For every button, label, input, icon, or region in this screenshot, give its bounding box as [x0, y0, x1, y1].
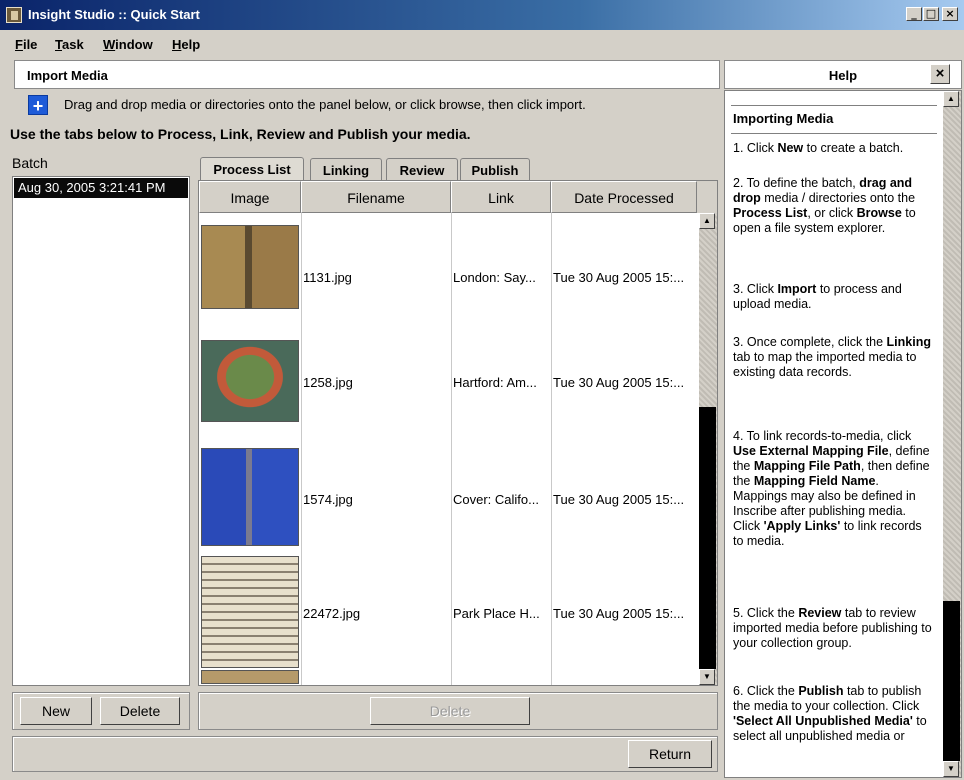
table-scrollbar[interactable]: ▲ ▼	[699, 213, 717, 685]
row-link: Park Place H...	[453, 606, 540, 621]
row-filename: 1258.jpg	[303, 375, 353, 390]
menu-file[interactable]: File	[15, 37, 37, 52]
row-date: Tue 30 Aug 2005 15:...	[553, 606, 685, 621]
table-row[interactable]: 1131.jpg London: Say... Tue 30 Aug 2005 …	[199, 221, 697, 321]
help-scrollbar[interactable]: ▲ ▼	[943, 91, 961, 777]
row-date: Tue 30 Aug 2005 15:...	[553, 375, 685, 390]
help-divider	[731, 105, 937, 106]
menu-bar: File Task Window Help	[0, 31, 964, 57]
row-filename: 22472.jpg	[303, 606, 361, 621]
tab-process-list[interactable]: Process List	[200, 157, 304, 181]
column-header-link[interactable]: Link	[451, 181, 551, 213]
row-link: Hartford: Am...	[453, 375, 537, 390]
help-scroll-thumb[interactable]	[943, 601, 960, 761]
thumbnail-1131	[201, 225, 299, 309]
help-step: 3. Once complete, click the Linking tab …	[733, 335, 931, 379]
tab-review[interactable]: Review	[386, 158, 458, 182]
scroll-up-arrow-icon[interactable]: ▲	[699, 213, 715, 229]
new-batch-button[interactable]: New	[20, 697, 92, 725]
help-step: 5. Click the Review tab to review import…	[733, 606, 932, 650]
minimize-button[interactable]: _	[906, 7, 922, 21]
menu-help[interactable]: Help	[172, 37, 200, 52]
process-list-table[interactable]: Image Filename Link Date Processed 1131.…	[198, 180, 718, 686]
help-step: 1. Click New to create a batch.	[733, 141, 904, 155]
batch-label: Batch	[12, 155, 48, 171]
help-step: 3. Click Import to process and upload me…	[733, 282, 902, 311]
return-button[interactable]: Return	[628, 740, 712, 768]
column-header-date[interactable]: Date Processed	[551, 181, 697, 213]
delete-media-button[interactable]: Delete	[370, 697, 530, 725]
column-header-image[interactable]: Image	[199, 181, 301, 213]
thumbnail-1258	[201, 340, 299, 422]
table-row[interactable]: 22472.jpg Park Place H... Tue 30 Aug 200…	[199, 556, 697, 686]
help-step: 2. To define the batch, drag and drop me…	[733, 176, 916, 235]
maximize-button[interactable]: □	[923, 7, 939, 21]
menu-window[interactable]: Window	[103, 37, 153, 52]
thumbnail-partial	[201, 670, 299, 684]
batch-list[interactable]: Aug 30, 2005 3:21:41 PM	[12, 176, 190, 686]
thumbnail-22472	[201, 556, 299, 668]
table-header: Image Filename Link Date Processed	[199, 181, 717, 213]
thumbnail-1574	[201, 448, 299, 546]
import-media-title: Import Media	[14, 60, 720, 89]
help-heading: Importing Media	[733, 111, 834, 126]
window-title: Insight Studio :: Quick Start	[28, 7, 200, 22]
help-panel: Importing Media 1. Click New to create a…	[724, 90, 962, 778]
close-help-icon[interactable]: ×	[930, 64, 950, 84]
help-step: 4. To link records-to-media, click Use E…	[733, 429, 930, 548]
title-bar: Insight Studio :: Quick Start _ □ ×	[0, 0, 964, 30]
insight-studio-app-icon	[6, 7, 22, 23]
return-bar	[12, 736, 718, 772]
close-window-button[interactable]: ×	[942, 7, 958, 21]
plus-icon[interactable]: +	[28, 95, 48, 116]
scroll-up-arrow-icon[interactable]: ▲	[943, 91, 959, 107]
batch-list-item[interactable]: Aug 30, 2005 3:21:41 PM	[14, 178, 188, 198]
row-filename: 1131.jpg	[303, 270, 352, 285]
table-row[interactable]: 1258.jpg Hartford: Am... Tue 30 Aug 2005…	[199, 336, 697, 436]
row-date: Tue 30 Aug 2005 15:...	[553, 492, 685, 507]
scroll-down-arrow-icon[interactable]: ▼	[943, 761, 959, 777]
drop-hint-text: Drag and drop media or directories onto …	[64, 97, 586, 112]
column-header-filename[interactable]: Filename	[301, 181, 451, 213]
help-step: 6. Click the Publish tab to publish the …	[733, 684, 927, 743]
table-row[interactable]: 1574.jpg Cover: Califo... Tue 30 Aug 200…	[199, 446, 697, 556]
row-date: Tue 30 Aug 2005 15:...	[553, 270, 685, 285]
menu-task[interactable]: Task	[55, 37, 84, 52]
row-link: London: Say...	[453, 270, 536, 285]
row-link: Cover: Califo...	[453, 492, 539, 507]
tab-linking[interactable]: Linking	[310, 158, 382, 182]
help-title: Help	[724, 60, 962, 89]
row-filename: 1574.jpg	[303, 492, 353, 507]
help-divider	[731, 133, 937, 134]
scroll-down-arrow-icon[interactable]: ▼	[699, 669, 715, 685]
instructions-text: Use the tabs below to Process, Link, Rev…	[10, 126, 471, 142]
delete-batch-button[interactable]: Delete	[100, 697, 180, 725]
table-scroll-thumb[interactable]	[699, 407, 716, 669]
tab-publish[interactable]: Publish	[460, 158, 530, 182]
